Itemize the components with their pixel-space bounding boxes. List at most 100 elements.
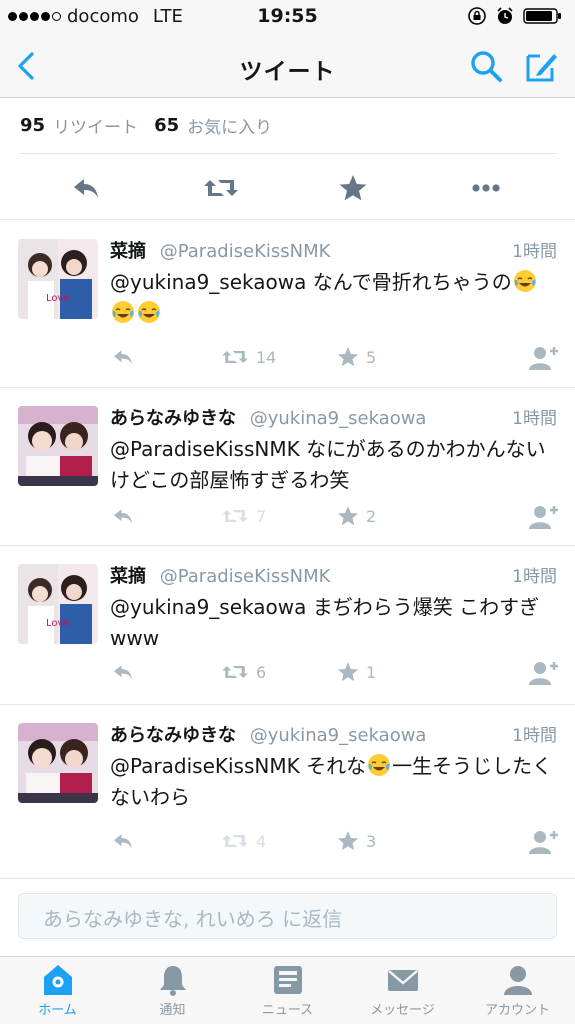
bottom-tab-bar: ホーム 通知 ニュース メッセージ アカウント — [0, 956, 575, 1024]
retweet-count: 95 — [20, 115, 46, 136]
tweet-header: あらなみゆきな @yukina9_sekaowa 1時間 — [110, 404, 557, 430]
like-action[interactable]: 3 — [336, 829, 376, 853]
like-label[interactable]: お気に入り — [187, 113, 272, 138]
favorite-star-icon[interactable] — [337, 172, 369, 204]
news-icon — [273, 966, 302, 994]
tweet-author-name[interactable]: 菜摘 — [110, 241, 146, 262]
tweet-text: @ParadiseKissNMK なにがあるのかわかんないけどこの部屋怖すぎるわ… — [110, 437, 546, 492]
reply-icon — [114, 834, 132, 849]
follow-user-icon — [529, 506, 558, 529]
avatar[interactable] — [18, 406, 98, 486]
like-count: 5 — [366, 347, 377, 367]
tweet-author-handle[interactable]: @yukina9_sekaowa — [250, 725, 427, 746]
reply-action[interactable] — [110, 345, 136, 369]
battery-icon — [523, 8, 561, 24]
retweet-label[interactable]: リツイート — [53, 113, 138, 138]
reply-action[interactable] — [110, 829, 136, 853]
retweet-action[interactable]: 4 — [220, 829, 266, 853]
retweet-icon — [222, 351, 248, 363]
retweet-count: 6 — [256, 662, 267, 682]
tweet-timestamp: 1時間 — [512, 567, 557, 587]
reply-icon[interactable] — [70, 172, 102, 204]
tweet-header: 菜摘 @ParadiseKissNMK 1時間 — [110, 237, 557, 263]
follow-action[interactable] — [528, 504, 558, 530]
favorite-star-icon — [337, 662, 359, 682]
tweet-author-handle[interactable]: @ParadiseKissNMK — [160, 566, 331, 587]
tweet-actions: 7 2 — [110, 504, 561, 530]
like-count: 65 — [154, 115, 180, 136]
tweet-item[interactable]: あらなみゆきな @yukina9_sekaowa 1時間 @ParadiseKi… — [0, 705, 575, 878]
retweet-count: 4 — [256, 831, 267, 851]
favorite-star-icon — [337, 506, 359, 526]
retweet-icon — [222, 510, 248, 522]
tweet-author-handle[interactable]: @yukina9_sekaowa — [250, 408, 427, 429]
svg-text:Love: Love — [46, 618, 70, 629]
tweet-author-name[interactable]: 菜摘 — [110, 566, 146, 587]
tweet-timestamp: 1時間 — [512, 409, 557, 429]
navigation-bar: ツイート — [0, 34, 575, 98]
avatar[interactable]: Love — [18, 564, 98, 644]
tears-of-joy-emoji-icon — [513, 270, 536, 292]
follow-action[interactable] — [528, 345, 558, 371]
favorite-star-icon — [337, 347, 359, 367]
tweet-item[interactable]: Love 菜摘 @ParadiseKissNMK 1時間 @yukina9_se… — [0, 546, 575, 705]
tab-label: 通知 — [159, 1003, 186, 1018]
tab-account[interactable]: アカウント — [460, 963, 575, 1018]
tweet-actions: 4 3 — [110, 829, 561, 855]
tweet-header: あらなみゆきな @yukina9_sekaowa 1時間 — [110, 721, 557, 747]
reply-action[interactable] — [110, 504, 136, 528]
tweet-body: @yukina9_sekaowa なんで骨折れちゃうの — [110, 270, 512, 294]
tweet-text: @ParadiseKissNMK それな 一生そうじしたくないわら — [110, 751, 561, 813]
tab-news[interactable]: ニュース — [230, 963, 345, 1018]
reply-icon — [114, 509, 132, 524]
retweet-action[interactable]: 14 — [220, 345, 276, 369]
tweet-item[interactable]: Love 菜摘 @ParadiseKissNMK 1時間 @yukina9_se… — [0, 221, 575, 388]
follow-action[interactable] — [528, 660, 558, 686]
reply-input[interactable]: あらなみゆきな, れいめろ に返信 — [18, 893, 557, 939]
like-count: 2 — [366, 506, 377, 526]
reply-icon — [114, 350, 132, 365]
tears-of-joy-emoji-icon — [138, 301, 160, 323]
search-icon[interactable] — [468, 48, 504, 84]
avatar[interactable] — [18, 723, 98, 803]
tweet-author-handle[interactable]: @ParadiseKissNMK — [160, 241, 331, 262]
compose-tweet-icon[interactable] — [524, 48, 560, 84]
tweet-text: @yukina9_sekaowa まぢわらう爆笑 こわすぎwww — [110, 595, 540, 650]
like-action[interactable]: 5 — [336, 345, 376, 369]
like-count: 1 — [366, 662, 377, 682]
reply-bar: あらなみゆきな, れいめろ に返信 — [0, 878, 575, 956]
tab-label: ニュース — [261, 1003, 314, 1018]
person-icon — [503, 966, 532, 995]
favorite-star-icon — [337, 831, 359, 851]
tweet-author-name[interactable]: あらなみゆきな — [110, 408, 236, 429]
reply-action[interactable] — [110, 660, 136, 684]
avatar[interactable]: Love — [18, 239, 98, 319]
retweet-icon[interactable] — [202, 172, 240, 204]
follow-user-icon — [529, 831, 558, 854]
retweet-action[interactable]: 7 — [220, 504, 266, 528]
tweet-item[interactable]: あらなみゆきな @yukina9_sekaowa 1時間 @ParadiseKi… — [0, 388, 575, 546]
tears-of-joy-emoji-icon — [368, 754, 391, 776]
tweet-author-name[interactable]: あらなみゆきな — [110, 725, 236, 746]
tears-of-joy-emoji-icon — [112, 301, 134, 323]
retweet-action[interactable]: 6 — [220, 660, 266, 684]
bell-icon — [159, 966, 186, 996]
tab-label: ホーム — [38, 1003, 77, 1018]
svg-text:Love: Love — [46, 293, 70, 304]
like-action[interactable]: 2 — [336, 504, 376, 528]
tab-home[interactable]: ホーム — [0, 963, 115, 1018]
more-options-icon[interactable] — [470, 172, 502, 204]
tweet-timestamp: 1時間 — [512, 242, 557, 262]
tweet-header: 菜摘 @ParadiseKissNMK 1時間 — [110, 562, 557, 588]
tweet-timestamp: 1時間 — [512, 726, 557, 746]
retweet-count: 7 — [256, 506, 267, 526]
tab-messages[interactable]: メッセージ — [345, 963, 460, 1018]
reply-icon — [114, 665, 132, 680]
tweet-text: @yukina9_sekaowa なんで骨折れちゃうの — [110, 267, 561, 329]
follow-action[interactable] — [528, 829, 558, 855]
like-action[interactable]: 1 — [336, 660, 376, 684]
retweet-count: 14 — [256, 347, 277, 367]
rotation-lock-icon — [468, 7, 486, 25]
follow-user-icon — [529, 347, 558, 370]
tab-notifications[interactable]: 通知 — [115, 963, 230, 1018]
